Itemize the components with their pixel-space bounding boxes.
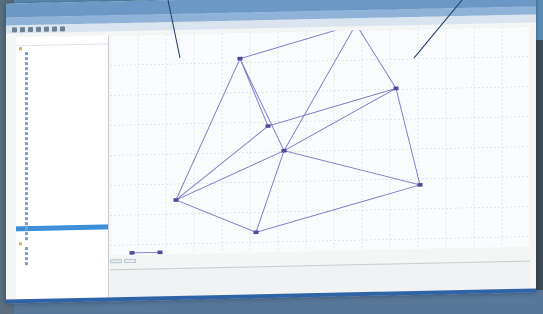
tree-item[interactable]	[16, 259, 108, 266]
file-icon	[25, 251, 28, 255]
network-edge[interactable]	[267, 87, 397, 127]
file-icon	[25, 101, 28, 105]
file-icon	[25, 56, 28, 60]
network-node-icon[interactable]	[393, 86, 399, 91]
photo-stage	[0, 0, 543, 314]
toolbar-button-icon[interactable]	[52, 25, 57, 32]
file-icon	[25, 236, 28, 240]
file-icon	[25, 161, 28, 165]
file-icon	[25, 81, 28, 85]
file-icon	[25, 86, 28, 90]
file-icon	[25, 71, 28, 75]
file-icon	[25, 191, 28, 195]
file-icon	[25, 61, 28, 65]
network-edge[interactable]	[255, 150, 285, 233]
file-icon	[25, 136, 28, 140]
network-node-icon[interactable]	[237, 56, 243, 61]
network-diagram[interactable]	[109, 22, 531, 256]
grid-line	[110, 146, 530, 156]
network-edge[interactable]	[239, 58, 285, 152]
network-edge[interactable]	[395, 88, 421, 186]
network-edge[interactable]	[175, 150, 285, 201]
folder-icon	[19, 241, 22, 245]
file-icon	[25, 221, 28, 225]
toolbar-button-icon[interactable]	[36, 26, 41, 32]
file-icon	[25, 96, 28, 100]
file-icon	[25, 66, 28, 70]
file-icon	[25, 146, 28, 150]
file-icon	[25, 116, 28, 120]
network-edge[interactable]	[283, 148, 421, 188]
file-icon	[25, 156, 28, 160]
network-edge[interactable]	[283, 24, 357, 151]
file-icon	[25, 131, 28, 135]
app-window	[6, 0, 536, 304]
network-edge[interactable]	[255, 184, 421, 233]
file-icon	[25, 51, 28, 55]
toolbar-button-icon[interactable]	[12, 26, 17, 32]
toolbar-button-icon[interactable]	[60, 25, 65, 31]
file-icon	[25, 151, 28, 155]
network-edge[interactable]	[132, 251, 160, 254]
file-icon	[25, 166, 28, 170]
file-icon	[25, 181, 28, 185]
file-icon	[25, 91, 28, 95]
file-icon	[25, 231, 28, 235]
file-icon	[25, 141, 28, 145]
network-edge[interactable]	[175, 58, 241, 201]
network-node-icon[interactable]	[281, 148, 287, 153]
canvas-tab-2[interactable]	[124, 258, 136, 264]
file-icon	[25, 126, 28, 130]
file-icon	[25, 246, 28, 250]
network-node-icon[interactable]	[265, 124, 271, 128]
file-icon	[25, 201, 28, 205]
project-tree	[16, 44, 108, 266]
folder-icon	[19, 46, 22, 50]
toolbar-button-icon[interactable]	[28, 26, 33, 32]
grid-line	[110, 56, 530, 66]
file-icon	[25, 186, 28, 190]
file-icon	[25, 211, 28, 215]
toolbar-button-icon[interactable]	[44, 26, 49, 32]
canvas-tab-1[interactable]	[110, 259, 122, 264]
file-icon	[25, 196, 28, 200]
grid-line	[110, 236, 530, 246]
canvas-tabs	[110, 258, 136, 264]
file-icon	[25, 171, 28, 175]
file-icon	[25, 106, 28, 110]
network-node-icon[interactable]	[417, 183, 423, 187]
grid-line	[110, 116, 530, 126]
file-icon	[25, 111, 28, 115]
file-icon	[25, 256, 28, 260]
toolbar-button-icon[interactable]	[20, 26, 25, 32]
file-icon	[25, 206, 28, 210]
network-node-icon[interactable]	[129, 251, 135, 255]
properties-title	[110, 262, 530, 275]
file-icon	[25, 216, 28, 220]
network-node-icon[interactable]	[253, 230, 259, 235]
file-icon	[25, 226, 28, 230]
file-icon	[25, 176, 28, 180]
file-icon	[25, 121, 28, 125]
network-node-icon[interactable]	[157, 250, 163, 255]
project-tree-panel	[16, 35, 109, 300]
file-icon	[25, 261, 28, 265]
network-edge[interactable]	[175, 198, 257, 234]
grid-line	[110, 176, 530, 186]
diagram-canvas[interactable]	[109, 22, 531, 256]
file-icon	[25, 76, 28, 80]
network-node-icon[interactable]	[173, 198, 179, 202]
